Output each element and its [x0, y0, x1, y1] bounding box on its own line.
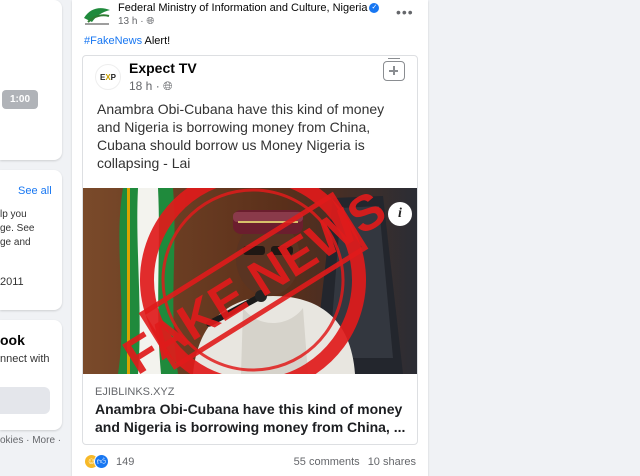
- left-create-page-card: ook nnect with: [0, 320, 62, 430]
- verified-badge-icon: ✓: [369, 3, 380, 14]
- shares-count-link[interactable]: 10 shares: [368, 456, 416, 468]
- clipped-text-line: ge and: [0, 237, 31, 248]
- reaction-count: 149: [116, 456, 135, 468]
- footer-links[interactable]: okies · More ·: [0, 435, 61, 446]
- left-video-card: 1:00: [0, 0, 62, 160]
- like-reaction-icon: 👍︎: [94, 454, 109, 469]
- post-text-suffix: Alert!: [142, 35, 171, 47]
- post-stats: 55 comments 10 shares: [294, 456, 416, 468]
- clipped-text-line: lp you: [0, 209, 27, 220]
- news-feed-post: Federal Ministry of Information and Cult…: [72, 0, 428, 476]
- page-logo-icon[interactable]: [82, 4, 112, 28]
- info-icon[interactable]: i: [388, 202, 412, 226]
- post-timestamp[interactable]: 13 h · 🌐︎: [118, 16, 154, 27]
- page-name-link[interactable]: Federal Ministry of Information and Cult…: [118, 2, 380, 14]
- left-suggestions-card: See all lp you ge. See ge and 2011: [0, 170, 62, 310]
- shared-time-text: 18 h: [129, 79, 153, 93]
- expect-tv-logo-icon[interactable]: EXP: [95, 64, 121, 90]
- clipped-action-button[interactable]: [0, 387, 50, 414]
- clipped-year: 2011: [0, 276, 24, 288]
- add-to-collection-icon[interactable]: [383, 58, 405, 81]
- shared-quote-text: Anambra Obi-Cubana have this kind of mon…: [97, 101, 385, 171]
- link-domain[interactable]: EJIBLINKS.XYZ: [95, 386, 174, 398]
- see-all-link[interactable]: See all: [18, 185, 52, 197]
- link-title[interactable]: Anambra Obi-Cubana have this kind of mon…: [95, 400, 413, 436]
- more-options-icon[interactable]: •••: [396, 4, 414, 20]
- hashtag-link[interactable]: #FakeNews: [84, 35, 142, 47]
- post-time-text: 13 h: [118, 16, 138, 27]
- comments-count-link[interactable]: 55 comments: [294, 456, 360, 468]
- clipped-subtext: nnect with: [0, 353, 50, 365]
- shared-post-card[interactable]: EXP Expect TV 18 h · 🌐︎ Anambra Obi-Cuba…: [82, 55, 418, 445]
- page-name-text: Federal Ministry of Information and Cult…: [118, 2, 368, 14]
- shared-source-time[interactable]: 18 h · 🌐︎: [129, 79, 173, 94]
- post-text: #FakeNews Alert!: [84, 35, 170, 47]
- fake-news-photo[interactable]: FAKE NEWS i: [83, 188, 417, 374]
- clipped-heading: ook: [0, 332, 25, 348]
- shared-source-name[interactable]: Expect TV: [129, 60, 197, 76]
- video-duration-badge: 1:00: [2, 90, 38, 109]
- photo-artwork: FAKE NEWS: [83, 188, 417, 374]
- clipped-text-line: ge. See: [0, 223, 35, 234]
